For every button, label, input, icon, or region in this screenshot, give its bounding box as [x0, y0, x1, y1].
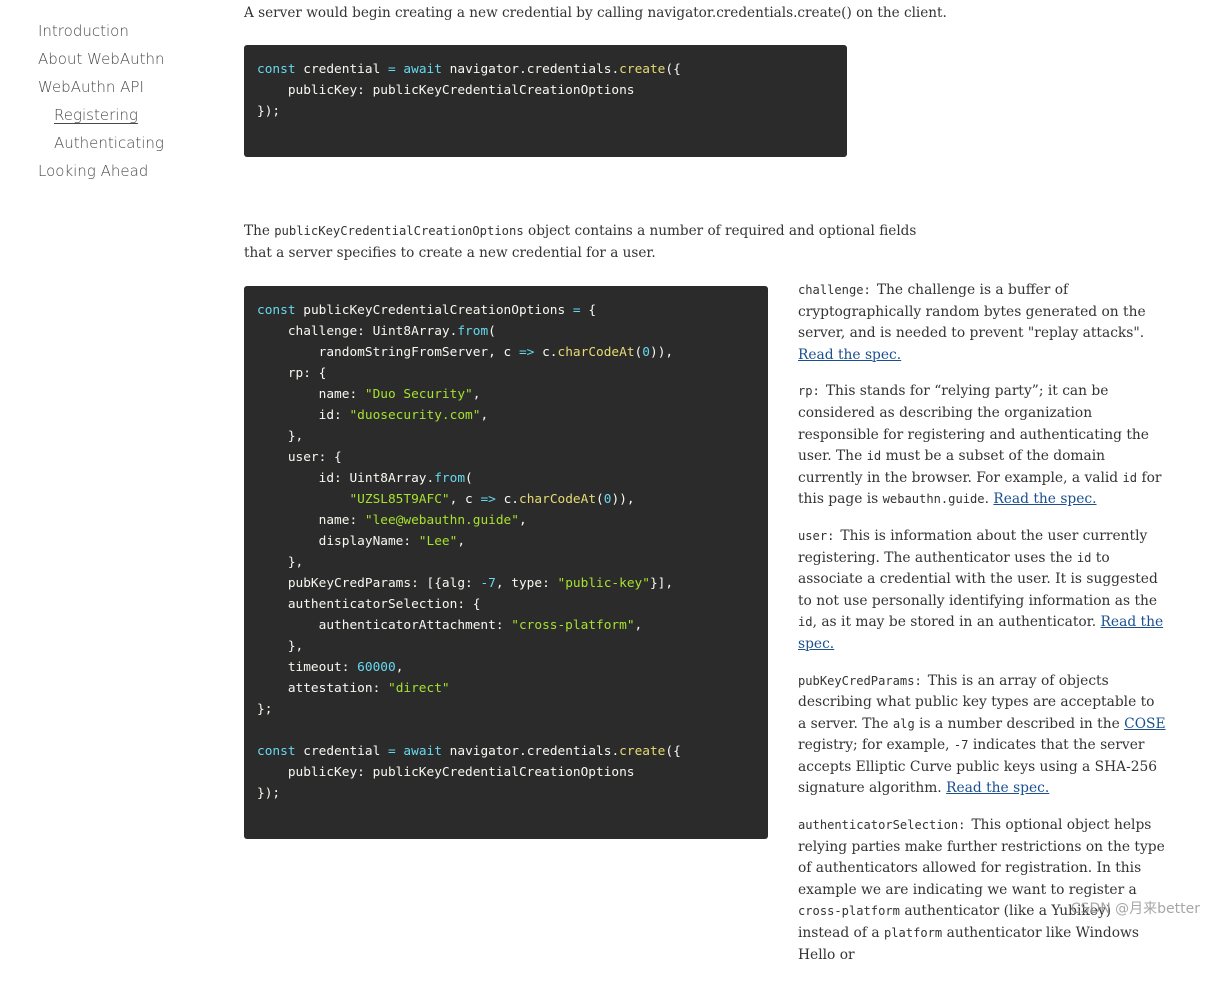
intro-paragraph: A server would begin creating a new cred… [244, 5, 947, 21]
sidebar-nav: Introduction About WebAuthn WebAuthn API… [38, 20, 164, 188]
user-description: user: This is information about the user … [798, 527, 1164, 652]
nav-item-authenticating[interactable]: Authenticating [38, 132, 164, 160]
options-description-paragraph: The publicKeyCredentialCreationOptions o… [244, 223, 917, 261]
options-object-code: publicKeyCredentialCreationOptions [274, 224, 524, 238]
challenge-description: challenge: The challenge is a buffer of c… [798, 282, 1146, 363]
nav-item-introduction[interactable]: Introduction [38, 20, 164, 48]
nav-item-about-webauthn[interactable]: About WebAuthn [38, 48, 164, 76]
authenticatorselection-description: authenticatorSelection: This optional obj… [798, 817, 1165, 963]
cose-link[interactable]: COSE [1124, 716, 1165, 732]
rp-description: rp: This stands for “relying party”; it c… [798, 383, 1162, 508]
read-spec-link-challenge[interactable]: Read the spec. [798, 347, 901, 363]
code-block-create-credential: const credential = await navigator.crede… [244, 45, 847, 157]
read-spec-link-rp[interactable]: Read the spec. [993, 491, 1096, 507]
watermark: CSDN @月来better [1070, 901, 1200, 917]
code-block-creation-options: const publicKeyCredentialCreationOptions… [244, 286, 768, 839]
pubkeycredparams-description: pubKeyCredParams: This is an array of obj… [798, 672, 1166, 797]
field-descriptions: challenge: The challenge is a buffer of c… [798, 280, 1166, 981]
nav-item-webauthn-api[interactable]: WebAuthn API [38, 76, 164, 104]
nav-item-looking-ahead[interactable]: Looking Ahead [38, 160, 164, 188]
read-spec-link-pubkeycredparams[interactable]: Read the spec. [946, 780, 1049, 796]
nav-item-registering[interactable]: Registering [38, 104, 164, 132]
